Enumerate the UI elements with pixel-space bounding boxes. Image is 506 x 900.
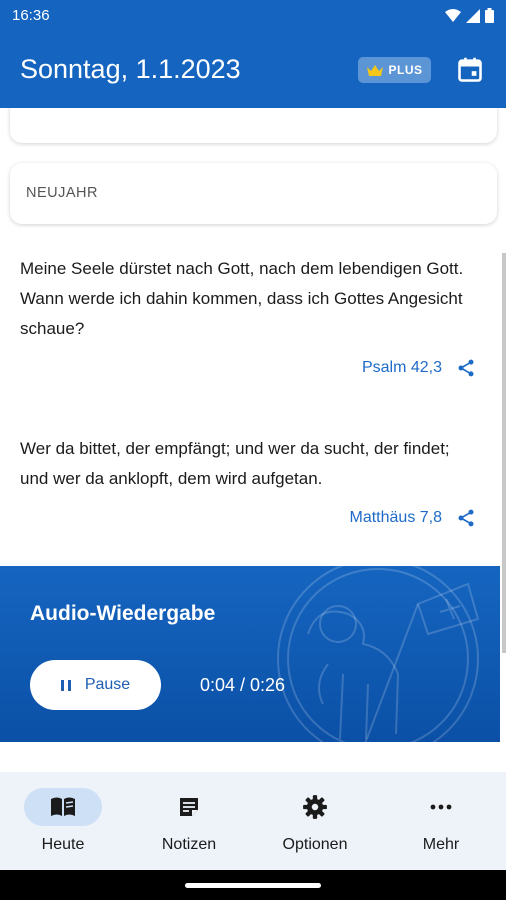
pause-button-label: Pause [84,676,131,693]
verse-reference-row: Psalm 42,3 [362,358,476,378]
verse-text: Meine Seele dürstet nach Gott, nach dem … [20,259,464,338]
nav-item-optionen[interactable]: Optionen [252,772,378,870]
audio-player: Audio-Wiedergabe Pause 0:04 / 0:26 [0,566,500,742]
status-icons [445,8,494,23]
note-icon [180,798,198,816]
bottom-nav: Heute Notizen Optionen Mehr [0,772,506,870]
pause-icon [60,679,71,691]
nav-item-mehr[interactable]: Mehr [378,772,504,870]
signal-icon [466,8,480,23]
more-horizontal-icon [430,804,452,810]
nav-item-notizen[interactable]: Notizen [126,772,252,870]
nav-label: Mehr [422,836,460,853]
status-bar: 16:36 [0,0,506,32]
nav-label: Notizen [161,836,217,853]
feast-card: NEUJAHR [10,163,497,224]
verse-reference-link[interactable]: Matthäus 7,8 [350,509,443,527]
scrollbar[interactable] [502,253,506,653]
verse-reference-row: Matthäus 7,8 [350,508,477,528]
audio-time: 0:04 / 0:26 [200,675,286,695]
daily-content[interactable]: NEUJAHR Meine Seele dürstet nach Gott, n… [0,108,506,772]
share-icon[interactable] [456,508,476,528]
wifi-icon [445,8,461,22]
audio-title: Audio-Wiedergabe [30,602,216,625]
nav-active-indicator [24,788,102,826]
pause-button[interactable]: Pause [30,660,161,710]
battery-icon [485,8,494,23]
verse-reference-link[interactable]: Psalm 42,3 [362,359,442,377]
nav-label: Heute [41,836,85,853]
lamb-emblem-icon [277,566,480,742]
share-icon[interactable] [456,358,476,378]
page-title: Sonntag, 1.1.2023 [20,54,241,84]
status-time: 16:36 [12,7,50,24]
plus-badge[interactable]: PLUS [358,57,431,83]
nav-item-heute[interactable]: Heute [0,772,126,870]
home-indicator[interactable] [185,883,321,888]
verse-text: Wer da bittet, der empfängt; und wer da … [20,439,450,488]
plus-badge-label: PLUS [388,63,423,77]
nav-label: Optionen [282,836,348,853]
gesture-bar [0,870,506,900]
calendar-icon[interactable] [456,56,484,84]
feast-label: NEUJAHR [26,185,98,201]
gear-icon [303,795,327,819]
previous-card [10,108,497,143]
crown-icon [367,64,384,76]
book-open-icon [51,797,75,816]
app-bar: Sonntag, 1.1.2023 PLUS [0,32,506,108]
